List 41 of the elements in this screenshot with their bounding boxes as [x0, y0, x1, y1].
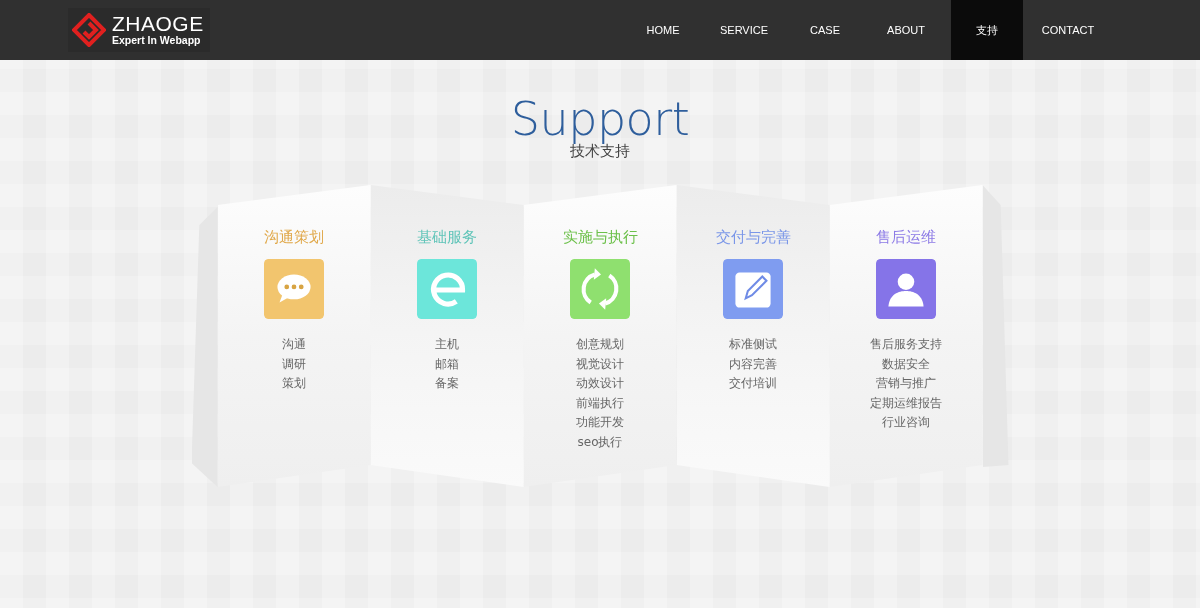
service-item: 动效设计: [576, 375, 624, 393]
pencil-note-icon: [723, 259, 783, 319]
nav-link[interactable]: ABOUT: [870, 0, 942, 60]
service-item: 内容完善: [729, 355, 777, 373]
person-icon: [876, 259, 936, 319]
service-item: 交付培训: [729, 375, 777, 393]
nav-link[interactable]: HOME: [627, 0, 699, 60]
service-item: 定期运维报告: [870, 394, 942, 412]
service-item: seo执行: [576, 433, 624, 451]
service-item: 前端执行: [576, 394, 624, 412]
service-item: 备案: [435, 375, 459, 393]
logo[interactable]: ZHAOGE Expert In Webapp: [68, 8, 210, 52]
card-title: 交付与完善: [715, 227, 791, 247]
section-subtitle: 技术支持: [570, 142, 630, 161]
logo-name: ZHAOGE: [112, 14, 204, 34]
refresh-icon: [570, 259, 630, 319]
card-title: 基础服务: [417, 227, 477, 247]
service-item: 功能开发: [576, 414, 624, 432]
service-item: 售后服务支持: [870, 336, 942, 353]
service-item: 主机: [435, 336, 459, 353]
service-item: 数据安全: [881, 355, 931, 373]
service-item: 邮箱: [435, 355, 459, 373]
service-item: 策划: [282, 375, 306, 393]
logo-tagline: Expert In Webapp: [112, 34, 202, 46]
service-item: 创意规划: [576, 336, 624, 353]
service-item: 调研: [282, 355, 306, 373]
nav-link[interactable]: CASE: [789, 0, 861, 60]
logo-icon: [72, 13, 106, 47]
service-item: 沟通: [282, 336, 306, 353]
service-item: 标准侧试: [729, 336, 777, 353]
nav-link[interactable]: SERVICE: [708, 0, 780, 60]
card-title: 实施与执行: [562, 227, 638, 247]
service-item: 行业咨询: [881, 414, 931, 432]
letter-e-icon: [417, 259, 477, 319]
card-title: 售后运维: [876, 227, 936, 247]
service-item: 视觉设计: [576, 355, 624, 373]
service-item: 营销与推广: [875, 375, 937, 393]
nav-link[interactable]: CONTACT: [1032, 0, 1104, 60]
chat-bubble-icon: [264, 259, 324, 319]
card-title: 沟通策划: [264, 227, 324, 247]
nav-link[interactable]: 支持: [951, 0, 1023, 60]
